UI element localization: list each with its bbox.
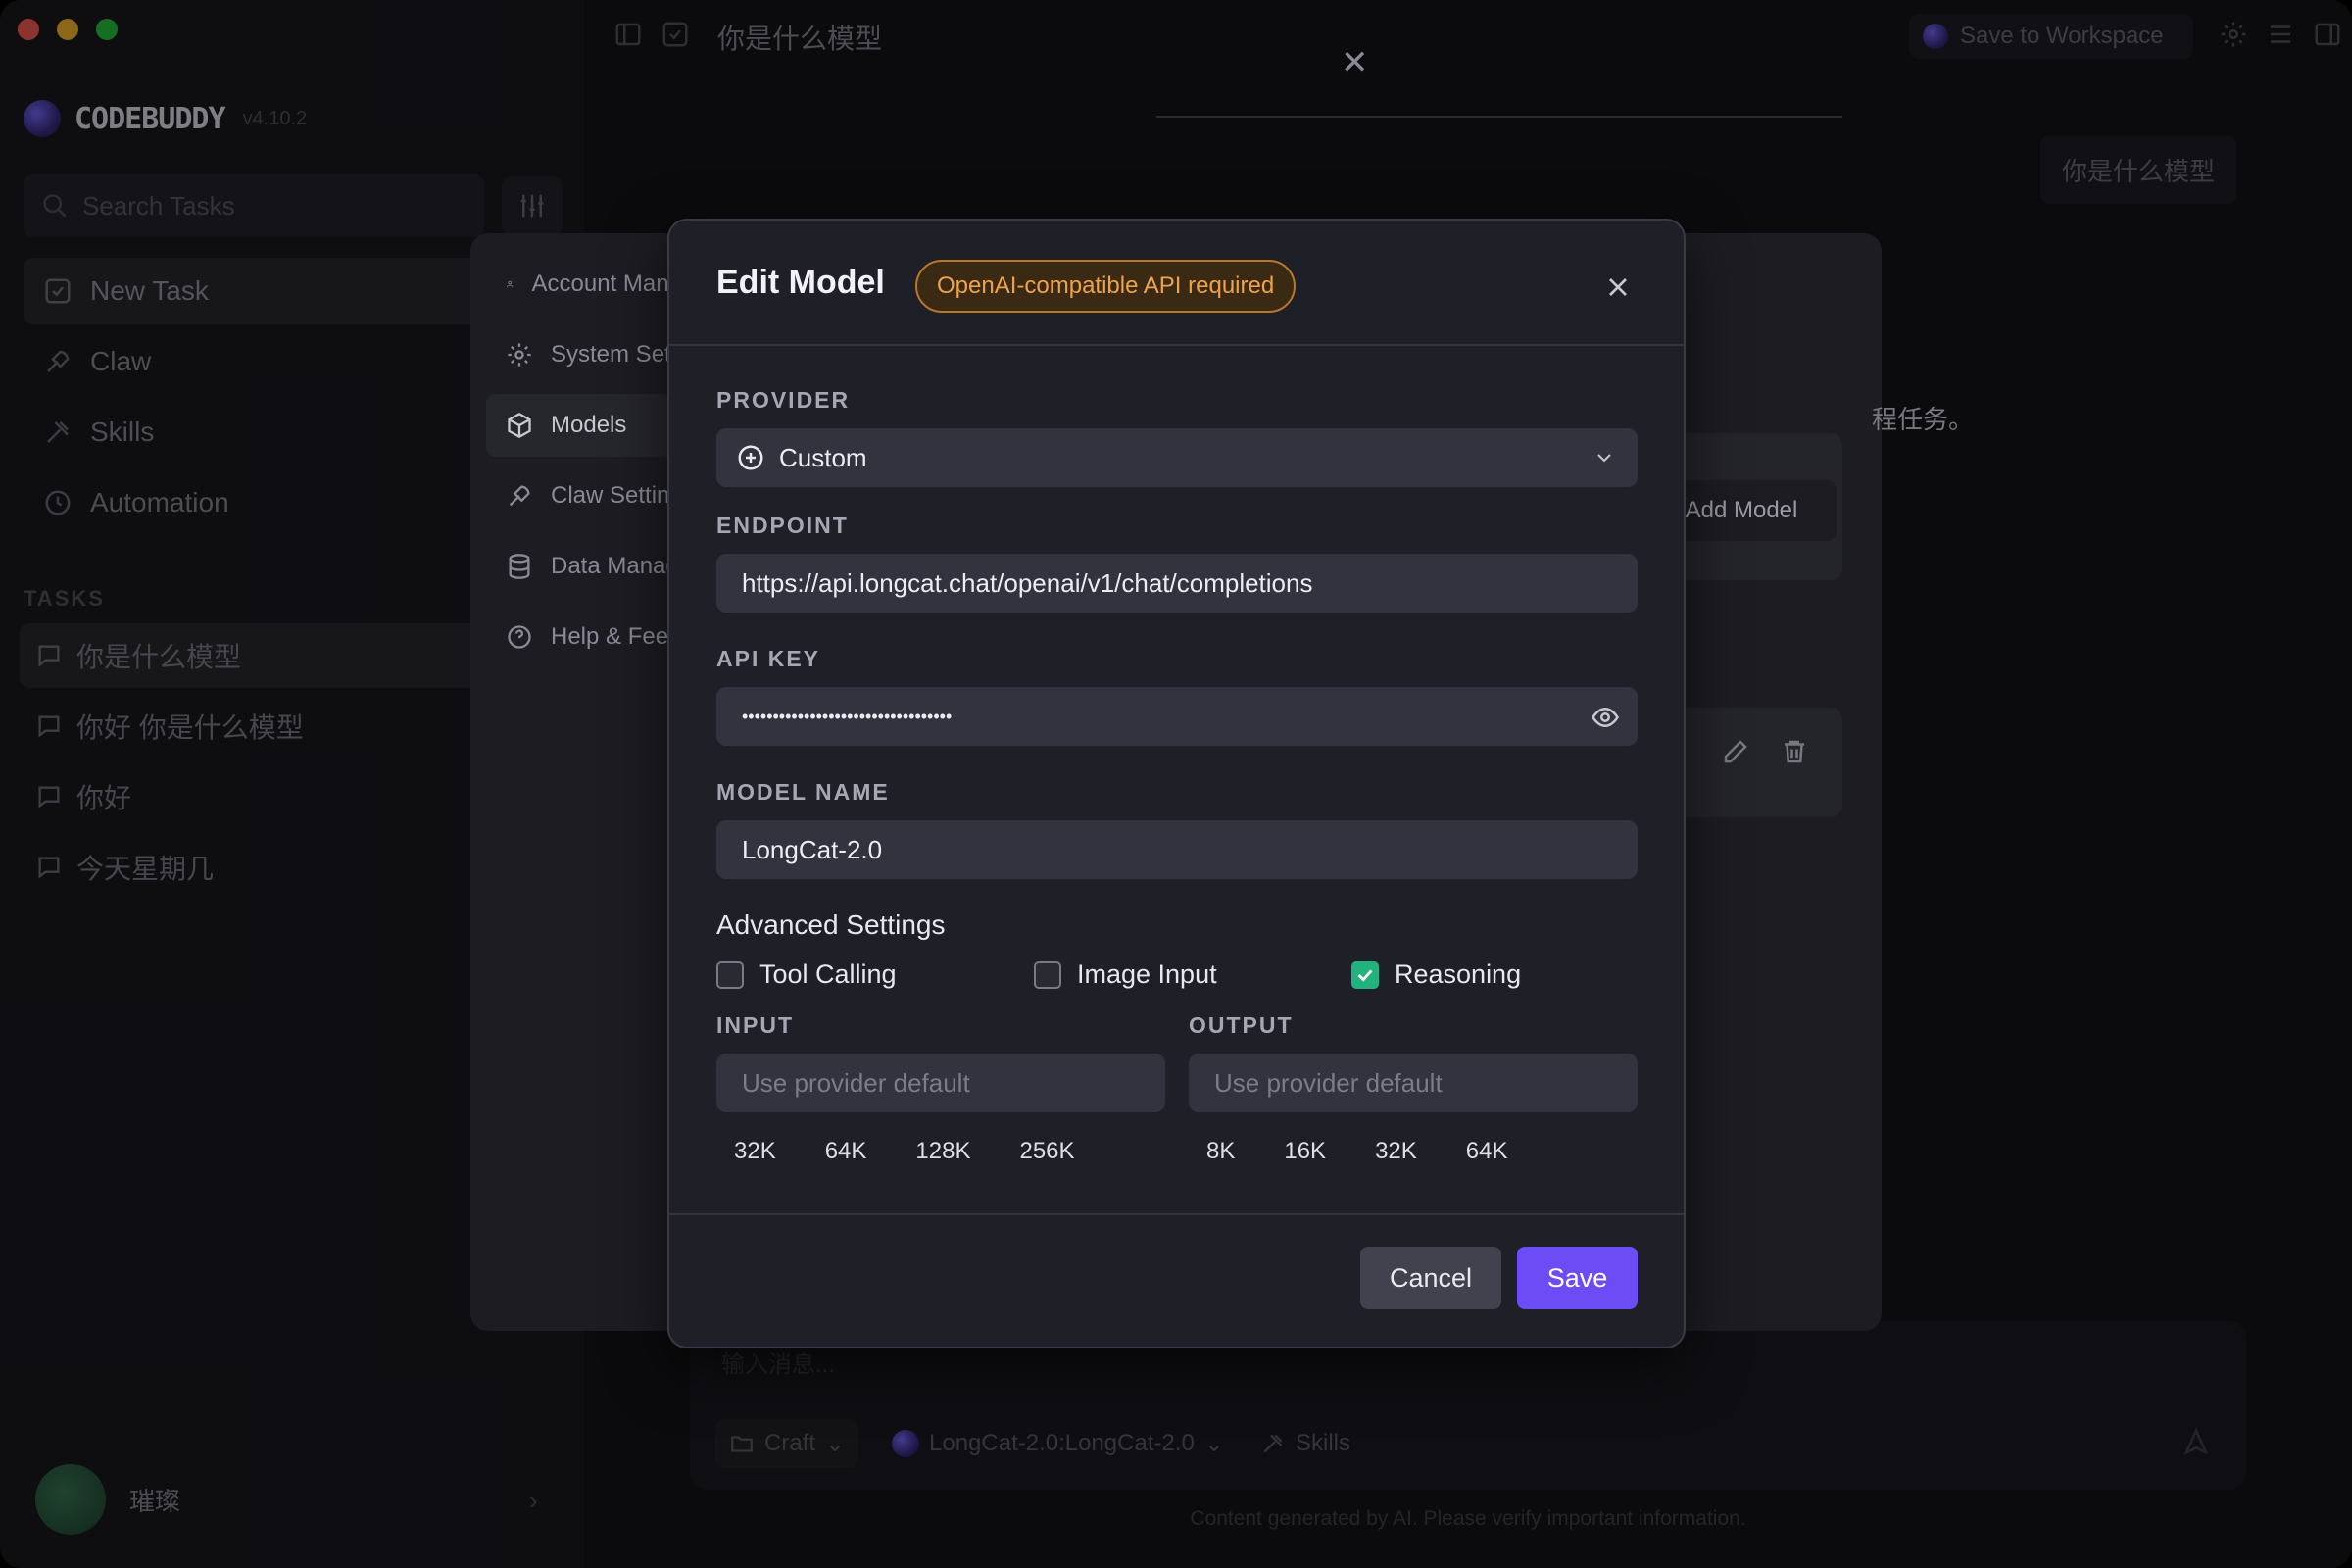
provider-select[interactable]: Custom bbox=[716, 428, 1638, 487]
settings-description: 程任务。 bbox=[1872, 405, 1975, 434]
dialog-title: Edit Model bbox=[716, 264, 885, 301]
chevron-down-icon bbox=[1597, 454, 1611, 463]
claw-icon bbox=[509, 485, 530, 507]
provider-value: Custom bbox=[779, 442, 867, 472]
trash-icon[interactable] bbox=[1780, 737, 1809, 766]
checkbox-box bbox=[1034, 960, 1061, 989]
preset-128k[interactable]: 128K bbox=[915, 1138, 970, 1165]
checkbox-box-checked bbox=[1351, 960, 1379, 989]
endpoint-input[interactable]: https://api.longcat.chat/openai/v1/chat/… bbox=[716, 554, 1638, 612]
cube-icon bbox=[508, 412, 531, 439]
save-button[interactable]: Save bbox=[1517, 1247, 1638, 1309]
input-tokens-field[interactable]: Use provider default bbox=[716, 1054, 1165, 1112]
user-icon bbox=[507, 280, 514, 288]
checkbox-label: Image Input bbox=[1077, 959, 1217, 989]
preset-16k[interactable]: 16K bbox=[1284, 1138, 1326, 1165]
provider-label: PROVIDER bbox=[716, 387, 851, 413]
api-key-value: •••••••••••••••••••••••••••••••••• bbox=[742, 706, 953, 726]
help-icon bbox=[508, 625, 531, 649]
settings-nav-label: Models bbox=[551, 412, 627, 438]
preset-64k[interactable]: 64K bbox=[825, 1138, 867, 1165]
eye-icon[interactable] bbox=[1591, 703, 1620, 732]
cancel-button[interactable]: Cancel bbox=[1360, 1247, 1501, 1309]
preset-8k[interactable]: 8K bbox=[1206, 1138, 1235, 1165]
input-tokens-label: INPUT bbox=[716, 1012, 794, 1038]
checkbox-label: Tool Calling bbox=[760, 959, 897, 989]
api-requirement-badge: OpenAI-compatible API required bbox=[915, 260, 1297, 313]
settings-close-icon[interactable]: ✕ bbox=[1341, 43, 1369, 82]
close-icon[interactable] bbox=[1602, 271, 1634, 303]
advanced-settings-heading: Advanced Settings bbox=[716, 909, 946, 940]
preset-64k[interactable]: 64K bbox=[1466, 1138, 1508, 1165]
output-tokens-label: OUTPUT bbox=[1189, 1012, 1294, 1038]
edit-icon[interactable] bbox=[1721, 737, 1750, 766]
api-key-label: API KEY bbox=[716, 646, 821, 671]
database-icon bbox=[509, 554, 530, 579]
reasoning-checkbox[interactable]: Reasoning bbox=[1351, 959, 1521, 990]
preset-256k[interactable]: 256K bbox=[1019, 1138, 1074, 1165]
edit-model-dialog: Edit Model OpenAI-compatible API require… bbox=[667, 219, 1686, 1348]
output-tokens-field[interactable]: Use provider default bbox=[1189, 1054, 1638, 1112]
preset-32k[interactable]: 32K bbox=[734, 1138, 776, 1165]
app-window: CODEBUDDY v4.10.2 Search Tasks New Task … bbox=[0, 0, 2352, 1568]
checkbox-label: Reasoning bbox=[1395, 959, 1522, 989]
checkbox-box bbox=[716, 960, 744, 989]
plus-circle-icon bbox=[738, 445, 763, 470]
header-divider bbox=[669, 344, 1684, 346]
image-input-checkbox[interactable]: Image Input bbox=[1034, 959, 1217, 990]
api-key-input[interactable]: •••••••••••••••••••••••••••••••••• bbox=[716, 687, 1638, 746]
endpoint-label: ENDPOINT bbox=[716, 513, 849, 538]
model-name-label: MODEL NAME bbox=[716, 779, 890, 805]
footer-divider bbox=[669, 1213, 1684, 1215]
output-presets: 8K 16K 32K 64K bbox=[1206, 1138, 1556, 1165]
settings-divider bbox=[1156, 116, 1842, 118]
checkmark-icon bbox=[1357, 968, 1373, 982]
gear-icon bbox=[508, 343, 531, 367]
tool-calling-checkbox[interactable]: Tool Calling bbox=[716, 959, 897, 990]
input-presets: 32K 64K 128K 256K bbox=[734, 1138, 1124, 1165]
preset-32k[interactable]: 32K bbox=[1375, 1138, 1417, 1165]
model-name-input[interactable]: LongCat-2.0 bbox=[716, 820, 1638, 879]
